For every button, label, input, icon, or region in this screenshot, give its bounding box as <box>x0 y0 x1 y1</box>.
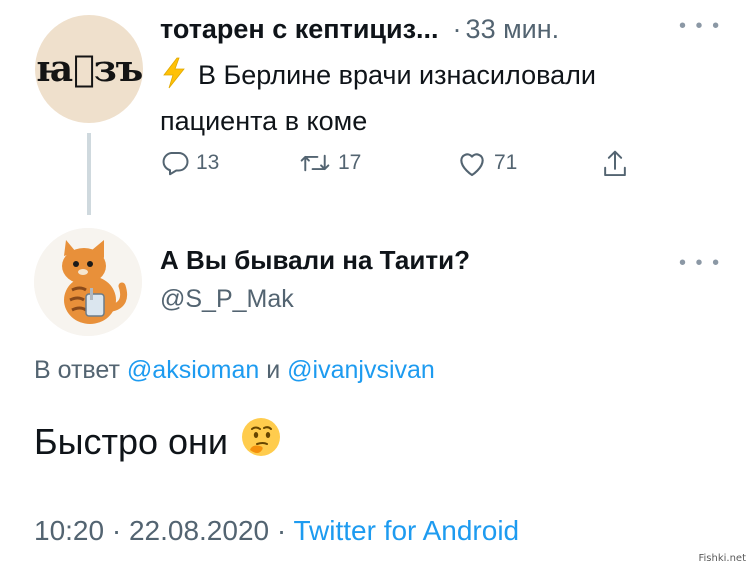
reply-button[interactable]: 13 <box>160 148 219 178</box>
reply-handle[interactable]: @S_P_Mak <box>160 285 294 314</box>
watermark: Fishki.net <box>698 553 746 564</box>
reply-count: 13 <box>196 151 220 174</box>
tweet-source-link[interactable]: Twitter for Android <box>293 515 519 546</box>
retweet-icon <box>300 154 330 172</box>
reply-tweet-text: Быстро они <box>34 416 282 467</box>
reply-display-name[interactable]: А Вы бывали на Таити? <box>160 245 470 276</box>
like-button[interactable]: 71 <box>456 148 517 178</box>
parent-display-name[interactable]: тотарен с кептициз... <box>160 14 439 45</box>
tweet-meta: 10:20 · 22.08.2020 · Twitter for Android <box>34 515 519 547</box>
mention-link-2[interactable]: @ivanjvsivan <box>287 356 435 384</box>
parent-avatar-logo: ꙗ҆зъ <box>35 48 144 90</box>
replying-to-line: В ответ @aksioman и @ivanjvsivan <box>34 356 435 385</box>
lightning-emoji-icon <box>160 57 190 101</box>
share-icon <box>604 150 626 177</box>
reply-tweet-body: Быстро они <box>34 420 229 462</box>
cat-cartoon-avatar-icon <box>34 228 142 336</box>
parent-more-options-icon[interactable]: • • • <box>679 16 721 36</box>
parent-tweet-text: В Берлине врачи изнасиловали пациента в … <box>160 55 720 142</box>
reply-icon <box>162 152 189 176</box>
thread-connector-line <box>87 133 91 215</box>
mention-link-1[interactable]: @aksioman <box>127 356 259 384</box>
replying-to-prefix: В ответ <box>34 356 120 384</box>
parent-tweet-actions: 13 17 71 <box>160 148 650 184</box>
parent-tweet-body: В Берлине врачи изнасиловали пациента в … <box>160 60 596 136</box>
parent-avatar[interactable]: ꙗ҆зъ <box>35 15 143 123</box>
like-count: 71 <box>494 151 518 174</box>
reply-avatar[interactable] <box>34 228 142 336</box>
retweet-count: 17 <box>338 151 362 174</box>
share-button[interactable] <box>600 148 636 180</box>
thinking-face-emoji-icon <box>240 416 282 467</box>
retweet-button[interactable]: 17 <box>298 148 361 178</box>
parent-tweet-header: тотарен с кептициз... · 33 мин. <box>160 11 700 47</box>
replying-to-conjunction: и <box>266 356 281 384</box>
parent-tweet-time[interactable]: 33 мин. <box>466 14 560 45</box>
header-separator: · <box>452 13 462 44</box>
reply-more-options-icon[interactable]: • • • <box>679 253 721 273</box>
heart-icon <box>460 153 484 177</box>
tweet-timestamp[interactable]: 10:20 · 22.08.2020 · <box>34 515 293 546</box>
